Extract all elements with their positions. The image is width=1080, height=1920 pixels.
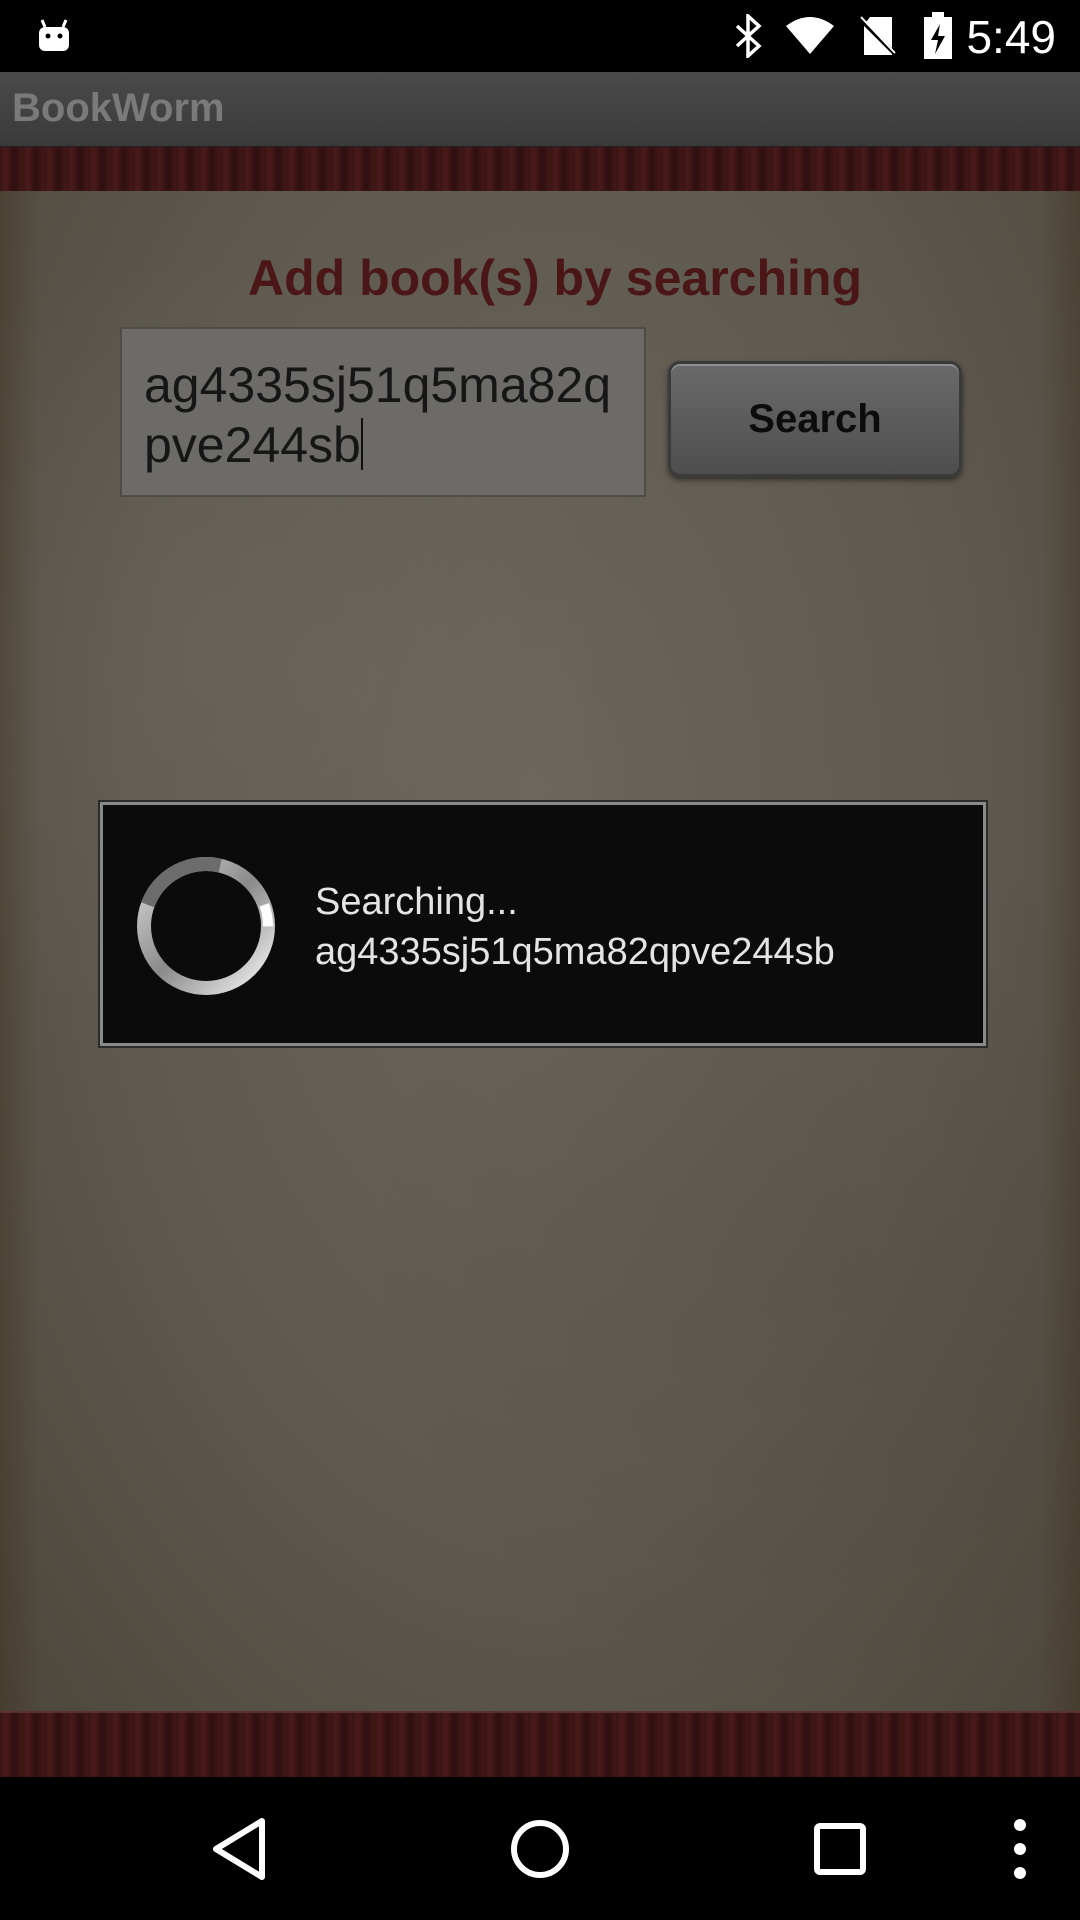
search-input-value: ag4335sj51q5ma82qpve244sb: [144, 357, 612, 473]
bluetooth-icon: [728, 0, 768, 72]
wifi-icon: [782, 0, 838, 72]
no-sim-icon: [856, 0, 900, 72]
wood-frame-top: [0, 147, 1080, 191]
search-button[interactable]: Search: [668, 361, 962, 477]
action-bar: BookWorm: [0, 72, 1080, 148]
app-title: BookWorm: [12, 86, 225, 130]
overflow-menu-icon[interactable]: [980, 1777, 1060, 1920]
battery-charging-icon: [918, 0, 958, 72]
android-notification-icon: [34, 0, 74, 72]
dialog-status-text: Searching...: [315, 881, 518, 923]
search-input[interactable]: ag4335sj51q5ma82qpve244sb: [120, 327, 646, 497]
progress-dialog: Searching... ag4335sj51q5ma82qpve244sb: [100, 802, 986, 1046]
text-cursor: [360, 418, 363, 470]
status-time: 5:49: [966, 11, 1056, 63]
recents-icon[interactable]: [780, 1777, 900, 1920]
screen: 5:49 BookWorm Add book(s) by searching a…: [0, 0, 1080, 1920]
page-title: Add book(s) by searching: [248, 250, 862, 306]
dialog-message: Searching... ag4335sj51q5ma82qpve244sb: [315, 877, 965, 977]
dialog-query-text: ag4335sj51q5ma82qpve244sb: [315, 931, 835, 973]
wood-frame-bottom: [0, 1711, 1080, 1777]
status-bar: 5:49: [0, 0, 1080, 72]
home-icon[interactable]: [480, 1777, 600, 1920]
navigation-bar: [0, 1777, 1080, 1920]
back-icon[interactable]: [180, 1777, 300, 1920]
loading-spinner-icon: [133, 853, 279, 999]
